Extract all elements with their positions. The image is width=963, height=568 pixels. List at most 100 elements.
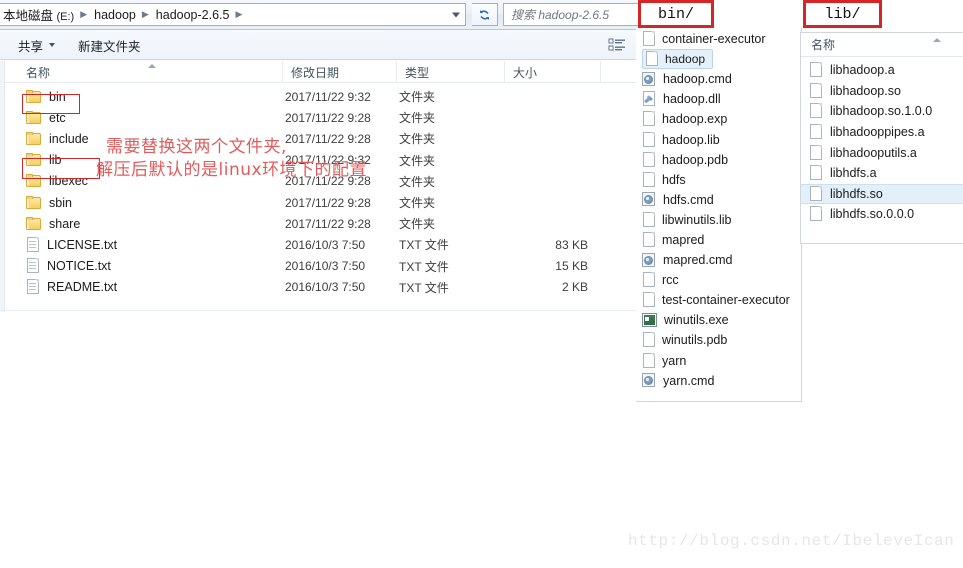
annotation-line-2: 解压后默认的是linux环境下的配置 bbox=[96, 160, 368, 180]
file-type: TXT 文件 bbox=[399, 259, 449, 274]
breadcrumb-drive[interactable]: 本地磁盘 (E:) bbox=[1, 4, 76, 25]
cmd-script-icon bbox=[642, 252, 657, 268]
file-type: TXT 文件 bbox=[399, 280, 449, 295]
file-name: etc bbox=[49, 110, 66, 125]
list-item[interactable]: libhadoop.so bbox=[801, 81, 963, 102]
blank-file-icon bbox=[645, 51, 659, 67]
lib-folder-panel: lib/ 名称 libhadoop.a libhadoop.so libhado… bbox=[800, 0, 963, 252]
list-item[interactable]: hadoop.exp bbox=[636, 109, 801, 129]
blank-file-icon bbox=[809, 82, 823, 99]
blank-file-icon bbox=[642, 352, 656, 369]
blank-file-icon bbox=[809, 144, 823, 161]
folder-icon bbox=[26, 195, 42, 210]
breadcrumb[interactable]: 本地磁盘 (E:) ▶ hadoop ▶ hadoop-2.6.5 ▶ bbox=[0, 3, 466, 26]
table-row[interactable]: share 2017/11/22 9:28 文件夹 bbox=[0, 213, 640, 234]
list-item[interactable]: hadoop.lib bbox=[636, 129, 801, 149]
column-header-type[interactable]: 类型 bbox=[396, 61, 504, 83]
file-name: rcc bbox=[662, 273, 679, 288]
file-date: 2016/10/3 7:50 bbox=[285, 280, 366, 295]
list-item[interactable]: hadoop.dll bbox=[636, 89, 801, 109]
refresh-button[interactable] bbox=[472, 3, 498, 26]
breadcrumb-item-hadoop[interactable]: hadoop bbox=[92, 7, 138, 23]
file-name-cell: sbin bbox=[26, 192, 72, 213]
file-name: mapred bbox=[662, 232, 705, 247]
table-row[interactable]: include 2017/11/22 9:28 文件夹 bbox=[0, 128, 640, 149]
list-item[interactable]: hadoop.pdb bbox=[636, 150, 801, 170]
list-item[interactable]: winutils.exe bbox=[636, 310, 801, 330]
share-menu-button[interactable]: 共享 bbox=[18, 30, 56, 60]
list-item[interactable]: libhadooputils.a bbox=[801, 142, 963, 163]
blank-file-icon bbox=[809, 165, 823, 181]
list-item[interactable]: mapred.cmd bbox=[636, 250, 801, 270]
column-header-size[interactable]: 大小 bbox=[504, 61, 600, 83]
file-name-cell: LICENSE.txt bbox=[26, 234, 117, 255]
blank-file-icon bbox=[809, 185, 823, 202]
table-row[interactable]: bin 2017/11/22 9:32 文件夹 bbox=[0, 86, 640, 107]
file-name: hadoop.cmd bbox=[663, 72, 732, 87]
file-name-cell: NOTICE.txt bbox=[26, 256, 111, 277]
file-name: hadoop bbox=[665, 52, 706, 67]
list-item[interactable]: libhadoop.so.1.0.0 bbox=[801, 101, 963, 122]
file-size: 83 KB bbox=[555, 237, 588, 252]
folder-icon bbox=[26, 131, 42, 146]
file-name: hdfs bbox=[662, 172, 686, 187]
list-item[interactable]: yarn.cmd bbox=[636, 371, 801, 391]
bin-folder-panel: bin/ container-executor hadoop hadoop.cm… bbox=[636, 0, 804, 402]
file-name: NOTICE.txt bbox=[47, 259, 111, 274]
list-item[interactable]: winutils.pdb bbox=[636, 330, 801, 350]
list-item[interactable]: hadoop bbox=[636, 49, 801, 70]
lib-column-header-name[interactable]: 名称 bbox=[801, 33, 963, 57]
table-row[interactable]: sbin 2017/11/22 9:28 文件夹 bbox=[0, 192, 640, 213]
command-toolbar: 共享 新建文件夹 bbox=[0, 30, 640, 60]
list-item[interactable]: yarn bbox=[636, 351, 801, 371]
folder-icon bbox=[26, 153, 42, 167]
list-item[interactable]: libhdfs.a bbox=[801, 163, 963, 184]
list-item[interactable]: hadoop.cmd bbox=[636, 69, 801, 89]
list-item[interactable]: test-container-executor bbox=[636, 290, 801, 310]
file-name: include bbox=[49, 131, 89, 146]
list-item[interactable]: libhadoop.a bbox=[801, 60, 963, 81]
folder-icon bbox=[26, 110, 42, 125]
file-name-cell: README.txt bbox=[26, 277, 117, 298]
list-item-selected[interactable]: libhdfs.so bbox=[801, 183, 963, 205]
chevron-down-icon[interactable] bbox=[452, 12, 460, 17]
text-file-icon bbox=[26, 236, 40, 253]
file-type: 文件夹 bbox=[399, 90, 436, 105]
lib-file-list-container: 名称 libhadoop.a libhadoop.so libhadoop.so… bbox=[800, 32, 963, 244]
list-item[interactable]: container-executor bbox=[636, 29, 801, 49]
file-date: 2016/10/3 7:50 bbox=[285, 237, 366, 252]
new-folder-button[interactable]: 新建文件夹 bbox=[78, 30, 141, 60]
list-item[interactable]: rcc bbox=[636, 270, 801, 290]
breadcrumb-separator-icon: ▶ bbox=[80, 9, 88, 19]
list-item[interactable]: hdfs.cmd bbox=[636, 190, 801, 210]
file-explorer-window: 本地磁盘 (E:) ▶ hadoop ▶ hadoop-2.6.5 ▶ 搜索 h… bbox=[0, 0, 640, 312]
selected-item[interactable]: hadoop bbox=[642, 49, 714, 70]
column-header-date[interactable]: 修改日期 bbox=[282, 61, 396, 83]
search-input[interactable]: 搜索 hadoop-2.6.5 bbox=[503, 3, 640, 26]
view-mode-button[interactable] bbox=[604, 34, 630, 56]
breadcrumb-item-hadoop-265[interactable]: hadoop-2.6.5 bbox=[154, 7, 232, 23]
table-row[interactable]: NOTICE.txt 2016/10/3 7:50 TXT 文件 15 KB bbox=[0, 256, 640, 277]
address-bar: 本地磁盘 (E:) ▶ hadoop ▶ hadoop-2.6.5 ▶ 搜索 h… bbox=[0, 0, 640, 30]
file-name: README.txt bbox=[47, 280, 118, 295]
blank-file-icon bbox=[642, 31, 656, 47]
list-item[interactable]: libhdfs.so.0.0.0 bbox=[801, 204, 963, 225]
blank-file-icon bbox=[809, 62, 823, 78]
file-date: 2016/10/3 7:50 bbox=[285, 259, 366, 274]
new-folder-label: 新建文件夹 bbox=[78, 39, 141, 54]
list-item[interactable]: mapred bbox=[636, 230, 801, 250]
table-row[interactable]: README.txt 2016/10/3 7:50 TXT 文件 2 KB bbox=[0, 277, 640, 298]
file-name: libwinutils.lib bbox=[662, 212, 732, 227]
folder-icon bbox=[26, 174, 42, 188]
table-row[interactable]: LICENSE.txt 2016/10/3 7:50 TXT 文件 83 KB bbox=[0, 234, 640, 255]
blank-file-icon bbox=[642, 111, 656, 127]
file-name: libhdfs.a bbox=[830, 166, 877, 181]
file-name: libhadooppipes.a bbox=[830, 125, 925, 140]
list-item[interactable]: libhadooppipes.a bbox=[801, 122, 963, 143]
file-name: bin bbox=[49, 89, 66, 104]
list-item[interactable]: libwinutils.lib bbox=[636, 210, 801, 230]
table-row[interactable]: etc 2017/11/22 9:28 文件夹 bbox=[0, 107, 640, 128]
file-name: container-executor bbox=[662, 32, 766, 47]
list-item[interactable]: hdfs bbox=[636, 170, 801, 190]
file-list: bin 2017/11/22 9:32 文件夹 etc 2017/11/22 9… bbox=[0, 86, 640, 298]
